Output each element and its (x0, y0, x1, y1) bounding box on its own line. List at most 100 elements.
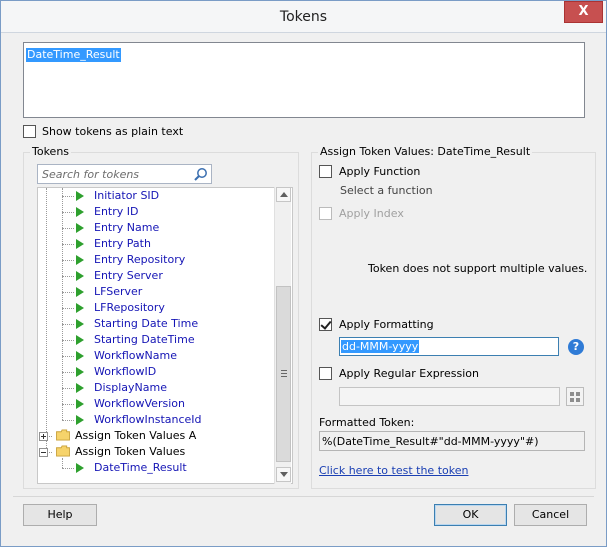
assign-group-caption: Assign Token Values: DateTime_Result (318, 145, 533, 158)
cancel-button[interactable]: Cancel (514, 504, 587, 526)
folder-icon (56, 429, 70, 441)
collapse-toggle-icon[interactable] (39, 448, 48, 457)
apply-function-checkbox[interactable] (319, 165, 332, 178)
token-editor[interactable]: DateTime_Result (23, 42, 585, 118)
formatted-token-label: Formatted Token: (319, 416, 415, 429)
apply-formatting-label: Apply Formatting (339, 318, 434, 331)
formatting-input-value: dd-MMM-yyyy (341, 340, 420, 353)
token-arrow-icon (76, 383, 84, 393)
help-icon[interactable]: ? (568, 339, 584, 355)
folder-open-icon (56, 445, 70, 457)
tree-scrollbar[interactable] (274, 187, 291, 484)
title-bar[interactable]: Tokens X (1, 1, 606, 33)
token-arrow-icon (76, 335, 84, 345)
token-arrow-icon (76, 303, 84, 313)
ok-button[interactable]: OK (434, 504, 507, 526)
tree-connector (62, 244, 74, 245)
window-title: Tokens (279, 9, 328, 25)
tree-connector (62, 188, 63, 420)
select-function-link[interactable]: Select a function (340, 184, 433, 197)
tree-connector (62, 340, 74, 341)
test-token-link[interactable]: Click here to test the token (319, 464, 468, 477)
tree-item-label: Entry Name (94, 221, 160, 234)
token-arrow-icon (76, 191, 84, 201)
show-plain-text-label: Show tokens as plain text (42, 125, 184, 138)
tree-group-label: Assign Token Values (75, 445, 186, 458)
tree-connector (62, 372, 74, 373)
tree-item-label: Entry Repository (94, 253, 186, 266)
tree-item-label: WorkflowVersion (94, 397, 185, 410)
tree-item-label: Initiator SID (94, 189, 160, 202)
token-search-input[interactable]: Search for tokens (37, 164, 212, 184)
token-arrow-icon (76, 463, 84, 473)
tree-item-label: Starting DateTime (94, 333, 195, 346)
tree-item-label: Entry ID (94, 205, 139, 218)
formatted-token-field[interactable]: %(DateTime_Result#"dd-MMM-yyyy"#) (319, 431, 585, 451)
tree-connector (62, 404, 74, 405)
scroll-down-button[interactable] (276, 467, 291, 482)
tree-connector (62, 292, 74, 293)
tree-item-label: WorkflowInstanceId (94, 413, 202, 426)
search-icon[interactable] (193, 167, 208, 182)
scroll-thumb[interactable] (276, 286, 291, 462)
apply-index-label: Apply Index (339, 207, 404, 220)
token-arrow-icon (76, 399, 84, 409)
tree-connector (62, 356, 74, 357)
token-arrow-icon (76, 271, 84, 281)
scroll-up-button[interactable] (276, 187, 291, 202)
tree-item-label: WorkflowID (94, 365, 157, 378)
token-search-placeholder: Search for tokens (42, 168, 140, 181)
tree-connector (46, 188, 47, 450)
tree-item-label: DisplayName (94, 381, 167, 394)
formatting-input[interactable]: dd-MMM-yyyy (339, 337, 559, 356)
tree-item-label: WorkflowName (94, 349, 177, 362)
apply-regex-checkbox[interactable] (319, 367, 332, 380)
apply-regex-label: Apply Regular Expression (339, 367, 479, 380)
regex-input[interactable] (339, 387, 560, 406)
tree-connector (62, 458, 63, 468)
multiple-values-message: Token does not support multiple values. (368, 262, 588, 275)
token-arrow-icon (76, 351, 84, 361)
token-arrow-icon (76, 223, 84, 233)
grid-icon-cell (576, 392, 580, 396)
tree-connector (62, 212, 74, 213)
tree-connector (62, 196, 74, 197)
footer-divider (13, 496, 594, 497)
token-arrow-icon (76, 287, 84, 297)
tree-connector (62, 468, 74, 469)
tree-connector (62, 260, 74, 261)
grid-icon-cell (570, 392, 574, 396)
grip-line (281, 370, 287, 371)
tree-connector (62, 324, 74, 325)
tree-connector (62, 420, 74, 421)
apply-formatting-checkbox[interactable] (319, 318, 332, 331)
expand-toggle-icon[interactable] (39, 432, 48, 441)
grid-icon-cell (576, 398, 580, 402)
grip-line (281, 376, 287, 377)
tree-connector (62, 308, 74, 309)
token-arrow-icon (76, 319, 84, 329)
regex-builder-button[interactable] (566, 387, 584, 406)
grip-line (281, 373, 287, 374)
close-button[interactable]: X (564, 1, 603, 23)
grid-icon-cell (570, 398, 574, 402)
token-arrow-icon (76, 415, 84, 425)
tokens-group-caption: Tokens (30, 145, 72, 158)
tree-connector (62, 228, 74, 229)
tree-item-label: Entry Server (94, 269, 163, 282)
token-arrow-icon (76, 207, 84, 217)
token-arrow-icon (76, 255, 84, 265)
token-tree[interactable]: Initiator SID Entry ID Entry Name Entry Pat… (37, 187, 293, 484)
tree-connector (62, 388, 74, 389)
tree-item-label: LFServer (94, 285, 143, 298)
apply-function-label: Apply Function (339, 165, 421, 178)
token-arrow-icon (76, 239, 84, 249)
tree-item-label: LFRepository (94, 301, 165, 314)
tree-connector (62, 276, 74, 277)
tokens-dialog: Tokens X DateTime_Result Show tokens as … (0, 0, 607, 547)
tree-item-label: DateTime_Result (94, 461, 187, 474)
apply-index-checkbox[interactable] (319, 207, 332, 220)
show-plain-text-checkbox[interactable] (23, 125, 36, 138)
help-button[interactable]: Help (23, 504, 97, 526)
formatted-token-value: %(DateTime_Result#"dd-MMM-yyyy"#) (322, 435, 539, 448)
